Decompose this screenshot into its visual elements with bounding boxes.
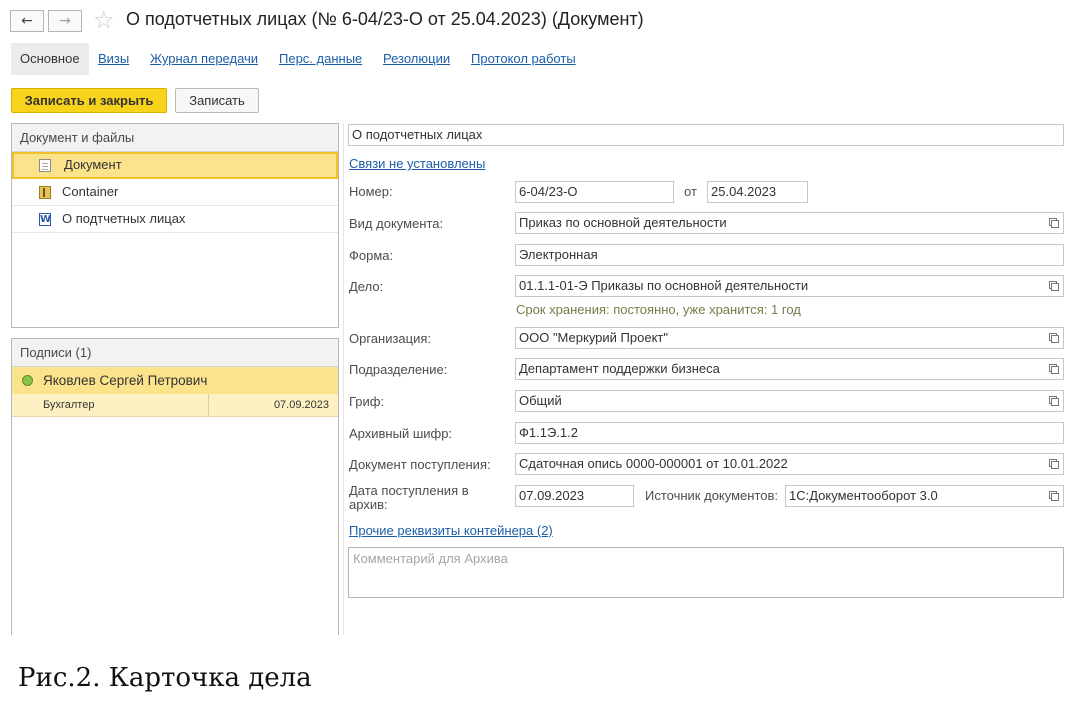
tab-resolutions[interactable]: Резолюции <box>383 43 450 75</box>
file-item-word[interactable]: W О подтчетных лицах <box>12 206 338 233</box>
field-value: Общий <box>519 393 562 408</box>
other-props-link[interactable]: Прочие реквизиты контейнера (2) <box>349 523 553 538</box>
field-value: 6-04/23-О <box>519 184 578 199</box>
signature-details-row[interactable]: Бухгалтер 07.09.2023 <box>12 394 338 417</box>
source-label: Источник документов: <box>645 488 779 503</box>
date-from-label: от <box>684 184 697 199</box>
form-type-field[interactable]: Электронная <box>515 244 1064 266</box>
file-item-document[interactable]: Документ <box>12 152 338 179</box>
field-value: ООО "Меркурий Проект" <box>519 330 668 345</box>
signer-role: Бухгалтер <box>43 399 95 411</box>
save-button[interactable]: Записать <box>175 88 259 113</box>
open-icon[interactable] <box>1043 391 1063 411</box>
case-field[interactable]: 01.1.1-01-Э Приказы по основной деятельн… <box>515 275 1064 297</box>
doc-type-label: Вид документа: <box>349 216 444 231</box>
receipt-date-field[interactable]: 07.09.2023 <box>515 485 634 507</box>
archive-code-field[interactable]: Ф1.1Э.1.2 <box>515 422 1064 444</box>
grif-label: Гриф: <box>349 394 385 409</box>
number-label: Номер: <box>349 184 393 199</box>
file-item-label: О подтчетных лицах <box>62 211 186 226</box>
open-icon[interactable] <box>1043 454 1063 474</box>
receipt-date-label: Дата поступления в архив: <box>349 483 469 512</box>
tab-transfer-log[interactable]: Журнал передачи <box>150 43 258 75</box>
open-icon[interactable] <box>1043 359 1063 379</box>
grif-field[interactable]: Общий <box>515 390 1064 412</box>
field-value: Департамент поддержки бизнеса <box>519 361 720 376</box>
tab-personal-data[interactable]: Перс. данные <box>279 43 362 75</box>
field-value: 25.04.2023 <box>711 184 777 199</box>
file-item-container[interactable]: Container <box>12 179 338 206</box>
signatures-panel-title: Подписи (1) <box>12 339 338 367</box>
file-item-label: Container <box>62 184 119 199</box>
field-value: Приказ по основной деятельности <box>519 215 727 230</box>
field-value: 1С:Документооборот 3.0 <box>789 488 938 503</box>
number-field[interactable]: 6-04/23-О <box>515 181 674 203</box>
case-label: Дело: <box>349 279 384 294</box>
files-panel-title: Документ и файлы <box>12 124 338 152</box>
signatures-panel: Подписи (1) Яковлев Сергей Петрович Бухг… <box>11 338 339 635</box>
links-status-link[interactable]: Связи не установлены <box>349 156 485 171</box>
department-field[interactable]: Департамент поддержки бизнеса <box>515 358 1064 380</box>
forward-button[interactable]: → <box>48 10 82 32</box>
open-icon[interactable] <box>1043 328 1063 348</box>
container-icon <box>39 186 51 199</box>
signer-name: Яковлев Сергей Петрович <box>43 373 208 388</box>
arrow-left-icon: ← <box>21 13 33 29</box>
tab-visas[interactable]: Визы <box>98 43 129 75</box>
files-panel: Документ и файлы Документ Container W О … <box>11 123 339 328</box>
tab-main[interactable]: Основное <box>11 43 89 75</box>
field-value: О подотчетных лицах <box>352 127 483 142</box>
field-value: Сдаточная опись 0000-000001 от 10.01.202… <box>519 456 788 471</box>
archive-comment-input[interactable]: Комментарий для Архива <box>348 547 1064 598</box>
field-value: 07.09.2023 <box>519 488 585 503</box>
signature-status-icon <box>22 375 33 386</box>
figure-caption: Рис.2. Карточка дела <box>18 663 312 693</box>
department-label: Подразделение: <box>349 362 448 377</box>
signature-date: 07.09.2023 <box>273 399 329 411</box>
document-date-field[interactable]: 25.04.2023 <box>707 181 808 203</box>
organization-label: Организация: <box>349 331 432 346</box>
open-icon[interactable] <box>1043 213 1063 233</box>
open-icon[interactable] <box>1043 276 1063 296</box>
column-divider <box>208 394 209 416</box>
field-value: Электронная <box>519 247 598 262</box>
receipt-document-field[interactable]: Сдаточная опись 0000-000001 от 10.01.202… <box>515 453 1064 475</box>
tab-work-log[interactable]: Протокол работы <box>471 43 576 75</box>
form-label: Форма: <box>349 248 394 263</box>
splitter[interactable] <box>343 123 344 635</box>
comment-placeholder: Комментарий для Архива <box>353 551 508 566</box>
doc-type-field[interactable]: Приказ по основной деятельности <box>515 212 1064 234</box>
field-value: 01.1.1-01-Э Приказы по основной деятельн… <box>519 278 809 293</box>
window-title: О подотчетных лицах (№ 6-04/23-О от 25.0… <box>126 9 644 29</box>
organization-field[interactable]: ООО "Меркурий Проект" <box>515 327 1064 349</box>
document-name-field[interactable]: О подотчетных лицах <box>348 124 1064 146</box>
open-icon[interactable] <box>1043 486 1063 506</box>
word-icon: W <box>39 213 52 226</box>
back-button[interactable]: ← <box>10 10 44 32</box>
favorite-star-icon[interactable]: ☆ <box>93 8 115 32</box>
source-field[interactable]: 1С:Документооборот 3.0 <box>785 485 1064 507</box>
file-item-label: Документ <box>64 157 122 172</box>
document-icon <box>39 159 51 172</box>
arrow-right-icon: → <box>59 13 71 29</box>
archive-code-label: Архивный шифр: <box>349 426 453 441</box>
signature-row[interactable]: Яковлев Сергей Петрович <box>12 367 338 394</box>
save-and-close-button[interactable]: Записать и закрыть <box>11 88 167 113</box>
storage-period-note: Срок хранения: постоянно, уже хранится: … <box>516 302 801 317</box>
receipt-document-label: Документ поступления: <box>349 457 491 472</box>
field-value: Ф1.1Э.1.2 <box>519 425 578 440</box>
